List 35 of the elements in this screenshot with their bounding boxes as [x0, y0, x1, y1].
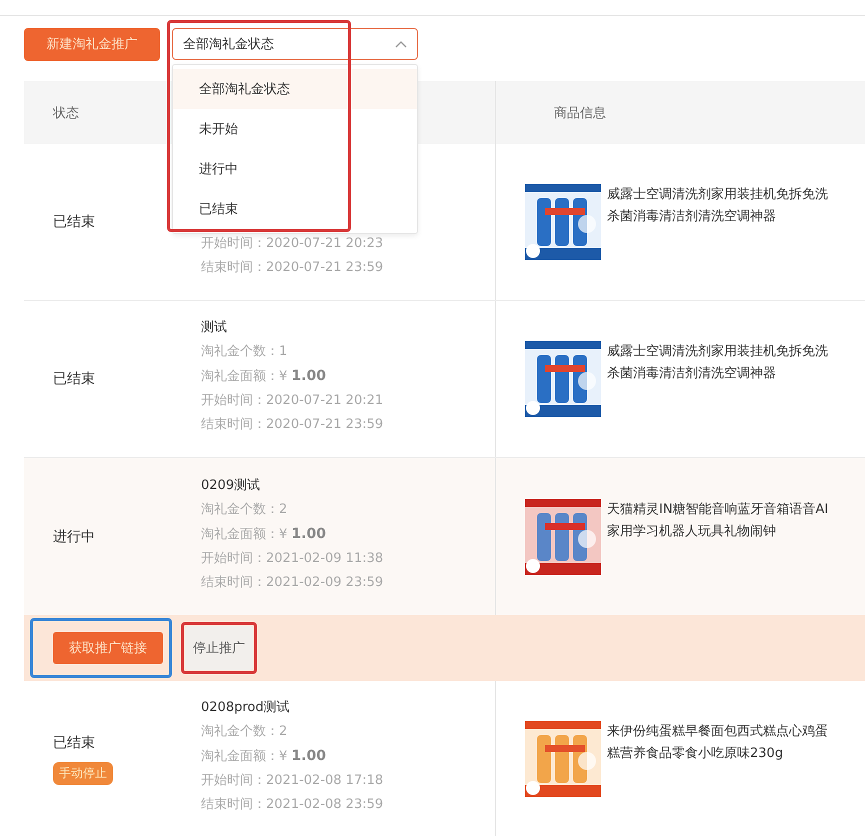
end-time: 结束时间：2020-07-21 23:59 — [201, 259, 384, 277]
end-time: 结束时间：2021-02-08 23:59 — [201, 796, 384, 814]
status-select[interactable]: 全部淘礼金状态 — [172, 28, 418, 60]
start-time: 开始时间：2020-07-21 20:23 — [201, 235, 384, 253]
start-time: 开始时间：2021-02-08 17:18 — [201, 772, 384, 790]
caret-icon — [395, 40, 407, 48]
status-text: 进行中 — [53, 528, 96, 546]
product-title: 来伊份纯蛋糕早餐面包西式糕点心鸡蛋糕营养食品零食小吃原味230g — [607, 723, 829, 763]
start-time: 开始时间：2020-07-21 20:21 — [201, 392, 384, 410]
coupon-amount: 淘礼金面额：¥ 1.00 — [201, 747, 327, 766]
column-header: 状态 — [52, 104, 80, 122]
dropdown-option[interactable]: 进行中 — [173, 149, 417, 189]
product-title: 威露士空调清洗剂家用装挂机免拆免洗杀菌消毒清洁剂清洗空调神器 — [607, 186, 829, 226]
coupon-count: 淘礼金个数：1 — [201, 343, 288, 361]
coupon-amount: 淘礼金面额：¥ 1.00 — [201, 367, 327, 386]
coupon-count: 淘礼金个数：2 — [201, 501, 288, 519]
status-text: 已结束 — [53, 213, 96, 231]
promotion-name: 测试 — [201, 319, 228, 337]
coupon-count: 淘礼金个数：2 — [201, 723, 288, 741]
coupon-amount: 淘礼金面额：¥ 1.00 — [201, 525, 327, 544]
status-text: 已结束 — [53, 370, 96, 388]
stop-button[interactable]: 停止推广 — [185, 626, 253, 670]
promotion-name: 0208prod测试 — [201, 699, 291, 717]
dropdown-option[interactable]: 已结束 — [173, 189, 417, 229]
column-header: 商品信息 — [553, 104, 606, 122]
end-time: 结束时间：2020-07-21 23:59 — [201, 416, 384, 434]
promotion-name: 0209测试 — [201, 477, 262, 495]
status-text: 已结束 — [53, 734, 96, 752]
product-title: 威露士空调清洗剂家用装挂机免拆免洗杀菌消毒清洁剂清洗空调神器 — [607, 343, 829, 383]
dropdown-option[interactable]: 未开始 — [173, 109, 417, 149]
dropdown-option[interactable]: 全部淘礼金状态 — [173, 69, 417, 109]
end-time: 结束时间：2021-02-09 23:59 — [201, 574, 384, 592]
start-time: 开始时间：2021-02-09 11:38 — [201, 550, 384, 568]
product-title: 天猫精灵IN糖智能音响蓝牙音箱语音AI家用学习机器人玩具礼物闹钟 — [607, 500, 830, 540]
status-badge: 手动停止 — [53, 762, 113, 784]
